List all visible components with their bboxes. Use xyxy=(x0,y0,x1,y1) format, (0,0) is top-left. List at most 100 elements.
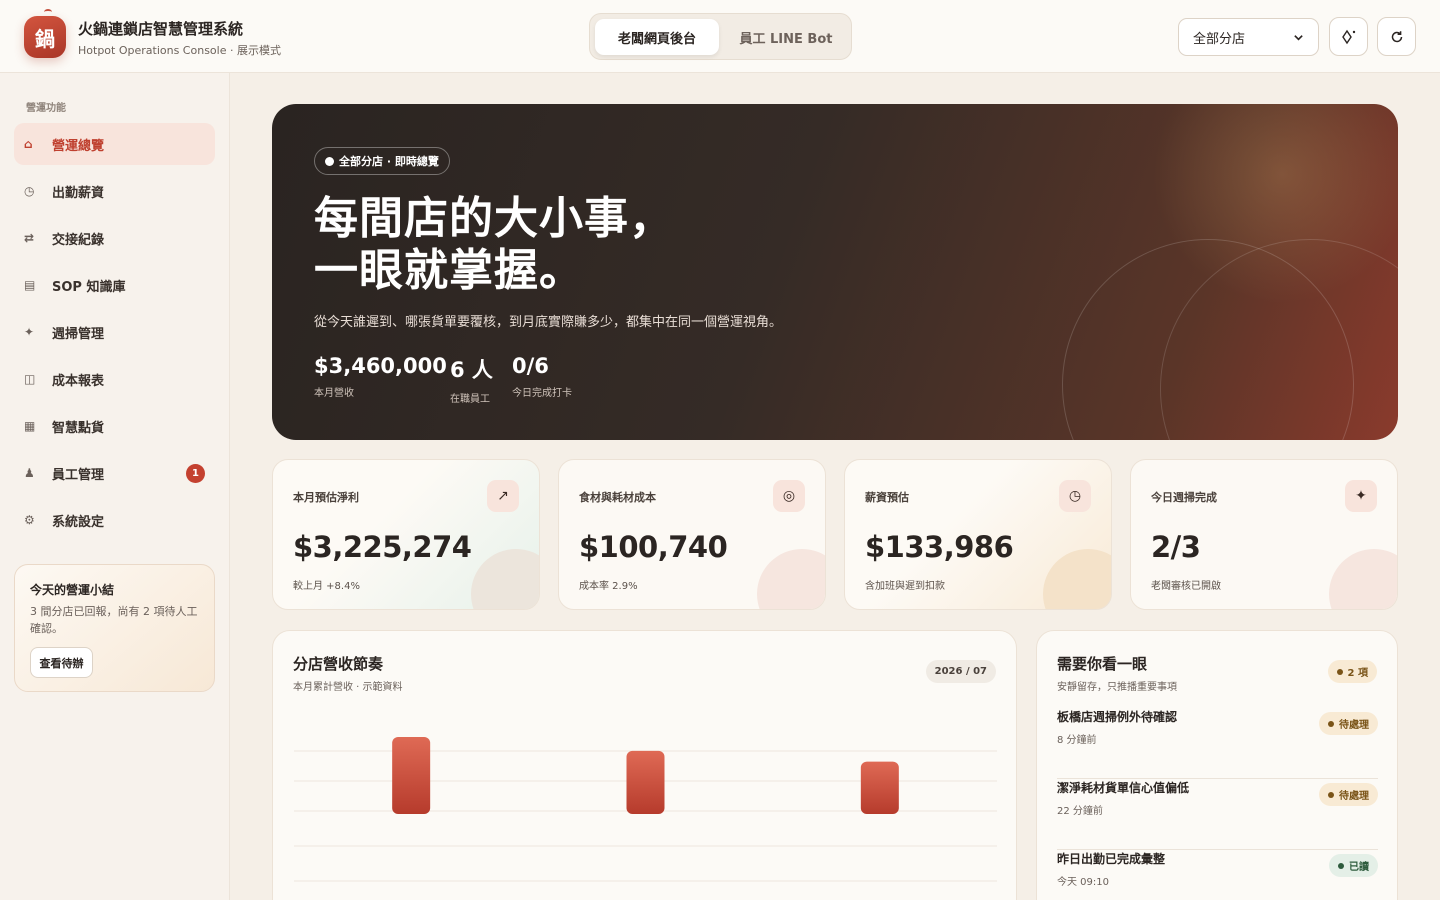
kpi-value: $100,740 xyxy=(579,530,728,564)
sidebar-item-staff[interactable]: ♟ 員工管理 1 xyxy=(14,452,215,494)
revenue-bar[interactable] xyxy=(626,750,665,814)
attention-count: 2 項 xyxy=(1347,668,1368,679)
summary-title: 今天的營運小結 xyxy=(30,583,115,597)
sidebar: 營運功能 ⌂ 營運總覽 ◷ 出勤薪資 ⇄ 交接紀錄 ▤ SOP 知識庫 ✦ 週掃… xyxy=(0,73,230,900)
app-title: 火鍋連鎖店智慧管理系統 xyxy=(78,20,244,38)
attention-panel: 需要你看一眼 安靜留存，只推播重要事項 2 項 板橋店週掃例外待確認 8 分鐘前… xyxy=(1036,630,1398,900)
sidebar-item-sop[interactable]: ▤ SOP 知識庫 xyxy=(14,264,215,306)
summary-body: 3 間分店已回報，尚有 2 項待人工確認。 xyxy=(30,605,198,635)
mode-switcher: 老闆網頁後台 員工 LINE Bot xyxy=(589,13,852,60)
kpi-card-cleaning[interactable]: 今日週掃完成 ✦ 2/3 老闆審核已開啟 xyxy=(1130,459,1398,610)
chevron-down-icon xyxy=(1294,34,1303,41)
status-label: 待處理 xyxy=(1339,791,1369,802)
clock-icon: ◷ xyxy=(1059,480,1091,512)
trend-up-icon: ↗ xyxy=(487,480,519,512)
top-bar: 鍋 火鍋連鎖店智慧管理系統 Hotpot Operations Console … xyxy=(0,0,1440,73)
kpi-value: $133,986 xyxy=(865,530,1014,564)
stat-label: 今日完成打卡 xyxy=(512,388,572,399)
status-label: 待處理 xyxy=(1339,720,1369,731)
view-todos-button[interactable]: 查看待辦 xyxy=(30,647,93,678)
sidebar-item-attendance[interactable]: ◷ 出勤薪資 xyxy=(14,170,215,212)
sidebar-item-label: 員工管理 xyxy=(52,467,105,483)
report-icon: ◫ xyxy=(24,372,36,386)
dot-icon xyxy=(1328,791,1334,798)
hero-stat-checkin: 0/6 今日完成打卡 xyxy=(512,354,572,399)
sparkle-diamond-icon xyxy=(1341,29,1355,44)
hero-headline-line-1: 每間店的大小事， xyxy=(314,193,674,244)
refresh-icon xyxy=(1391,30,1402,42)
sidebar-item-cost-report[interactable]: ◫ 成本報表 xyxy=(14,358,215,400)
panel-title: 分店營收節奏 xyxy=(293,655,384,673)
person-icon: ♟ xyxy=(24,466,35,480)
kpi-subtext: 成本率 2.9% xyxy=(579,581,638,592)
hero-scope-pill: 全部分店 · 即時總覽 xyxy=(314,147,450,175)
revenue-bar[interactable] xyxy=(392,737,431,814)
document-icon: ▤ xyxy=(24,278,36,292)
grid-icon: ▦ xyxy=(24,419,36,433)
logo-steam-icon xyxy=(44,9,52,15)
sidebar-item-label: 週掃管理 xyxy=(52,326,105,342)
stat-value: $3,460,000 xyxy=(314,354,447,378)
kpi-card-net-profit[interactable]: 本月預估淨利 ↗ $3,225,274 較上月 +8.4% xyxy=(272,459,540,610)
sidebar-item-settings[interactable]: ⚙ 系統設定 xyxy=(14,499,215,541)
stat-value: 6 人 xyxy=(450,358,493,382)
card-decor xyxy=(757,549,825,609)
kpi-card-payroll[interactable]: 薪資預估 ◷ $133,986 含加班與遲到扣款 xyxy=(844,459,1112,610)
sidebar-item-label: 營運總覽 xyxy=(52,138,105,154)
app-logo-icon: 鍋 xyxy=(24,16,66,58)
dot-icon xyxy=(1328,720,1334,727)
card-decor xyxy=(471,549,539,609)
revenue-bar[interactable] xyxy=(860,761,899,814)
hero-description: 從今天誰遲到、哪張貨單要覆核，到月底實際賺多少，都集中在同一個營運視角。 xyxy=(314,315,783,330)
alert-item[interactable]: 潔淨耗材貨單信心值偏低 22 分鐘前 待處理 xyxy=(1057,779,1378,850)
stat-label: 在職員工 xyxy=(450,394,490,405)
tab-staff-line-bot[interactable]: 員工 LINE Bot xyxy=(725,19,847,55)
status-badge: 已讀 xyxy=(1329,854,1378,877)
alert-item[interactable]: 板橋店週掃例外待確認 8 分鐘前 待處理 xyxy=(1057,708,1378,779)
period-tag[interactable]: 2026 / 07 xyxy=(925,660,996,683)
kpi-subtext: 含加班與遲到扣款 xyxy=(865,581,945,592)
sidebar-item-cleaning[interactable]: ✦ 週掃管理 xyxy=(14,311,215,353)
sidebar-section-label: 營運功能 xyxy=(26,103,66,114)
notification-badge: 1 xyxy=(186,464,205,483)
refresh-button[interactable] xyxy=(1377,17,1416,56)
target-icon: ◎ xyxy=(773,480,805,512)
sidebar-item-handover[interactable]: ⇄ 交接紀錄 xyxy=(14,217,215,259)
stat-value: 0/6 xyxy=(512,354,549,378)
sparkle-icon: ✦ xyxy=(1345,480,1377,512)
hero-banner: 全部分店 · 即時總覽 每間店的大小事， 一眼就掌握。 從今天誰遲到、哪張貨單要… xyxy=(272,104,1398,440)
alert-title: 板橋店週掃例外待確認 xyxy=(1057,710,1178,724)
dot-icon xyxy=(1338,862,1344,869)
sidebar-item-label: 成本報表 xyxy=(52,373,105,389)
sidebar-item-label: SOP 知識庫 xyxy=(52,279,126,295)
panel-subtitle: 本月累計營收 · 示範資料 xyxy=(293,682,403,693)
sidebar-item-overview[interactable]: ⌂ 營運總覽 xyxy=(14,123,215,165)
alert-item[interactable]: 昨日出勤已完成彙整 今天 09:10 已讀 xyxy=(1057,850,1378,900)
alert-title: 昨日出勤已完成彙整 xyxy=(1057,852,1166,866)
hero-stat-staff: 6 人 在職員工 xyxy=(450,354,493,405)
kpi-subtext: 老闆審核已開啟 xyxy=(1151,581,1221,592)
tab-owner-console[interactable]: 老闆網頁後台 xyxy=(595,19,719,55)
revenue-bar-chart xyxy=(294,737,997,882)
alert-time: 22 分鐘前 xyxy=(1057,806,1103,817)
branch-revenue-panel: 分店營收節奏 本月累計營收 · 示範資料 2026 / 07 xyxy=(272,630,1017,900)
status-badge: 待處理 xyxy=(1319,712,1378,735)
sidebar-item-inventory[interactable]: ▦ 智慧點貨 xyxy=(14,405,215,447)
hero-stat-revenue: $3,460,000 本月營收 xyxy=(314,354,447,399)
swap-arrows-icon: ⇄ xyxy=(24,231,35,245)
theme-toggle-button[interactable] xyxy=(1329,17,1368,56)
kpi-card-material-cost[interactable]: 食材與耗材成本 ◎ $100,740 成本率 2.9% xyxy=(558,459,826,610)
gear-icon: ⚙ xyxy=(24,513,35,527)
panel-title: 需要你看一眼 xyxy=(1057,655,1148,673)
home-icon: ⌂ xyxy=(24,137,33,151)
kpi-value: 2/3 xyxy=(1151,530,1201,564)
card-decor xyxy=(1329,549,1397,609)
daily-summary-card: 今天的營運小結 3 間分店已回報，尚有 2 項待人工確認。 查看待辦 xyxy=(14,564,215,692)
sidebar-item-label: 系統設定 xyxy=(52,514,105,530)
branch-select[interactable]: 全部分店 xyxy=(1178,18,1319,56)
hero-headline-line-2: 一眼就掌握。 xyxy=(314,245,584,296)
kpi-title: 薪資預估 xyxy=(865,491,909,504)
sidebar-item-label: 智慧點貨 xyxy=(52,420,105,436)
status-label: 已讀 xyxy=(1349,862,1369,873)
app-subtitle: Hotpot Operations Console · 展示模式 xyxy=(78,44,281,57)
